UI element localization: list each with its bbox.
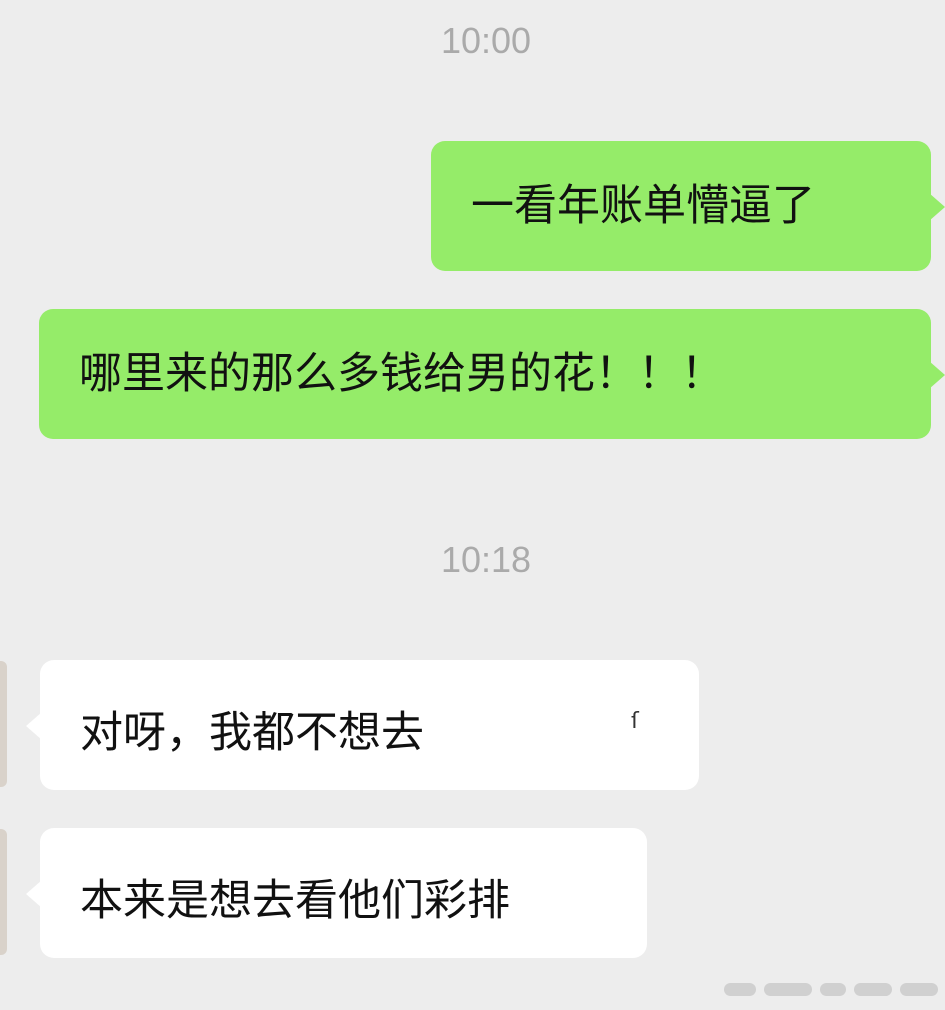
image-artifact: ſ [631, 709, 639, 734]
watermark [724, 979, 940, 1001]
timestamp: 10:18 [440, 539, 532, 580]
message-bubble-incoming[interactable]: 对呀，我都不想去 [26, 660, 699, 790]
message-bubble-outgoing[interactable]: 一看年账单懵逼了 [431, 141, 945, 271]
timestamp: 10:00 [440, 20, 532, 61]
message-text: 对呀，我都不想去 [80, 708, 424, 758]
message-bubble-incoming[interactable]: 本来是想去看他们彩排 [26, 828, 647, 958]
avatar[interactable] [0, 829, 7, 955]
message-bubble-outgoing[interactable]: 哪里来的那么多钱给男的花！！！ [39, 309, 945, 439]
avatar[interactable] [0, 661, 7, 787]
message-text: 哪里来的那么多钱给男的花！！！ [79, 349, 724, 399]
message-text: 一看年账单懵逼了 [471, 181, 815, 231]
message-text: 本来是想去看他们彩排 [80, 876, 510, 926]
